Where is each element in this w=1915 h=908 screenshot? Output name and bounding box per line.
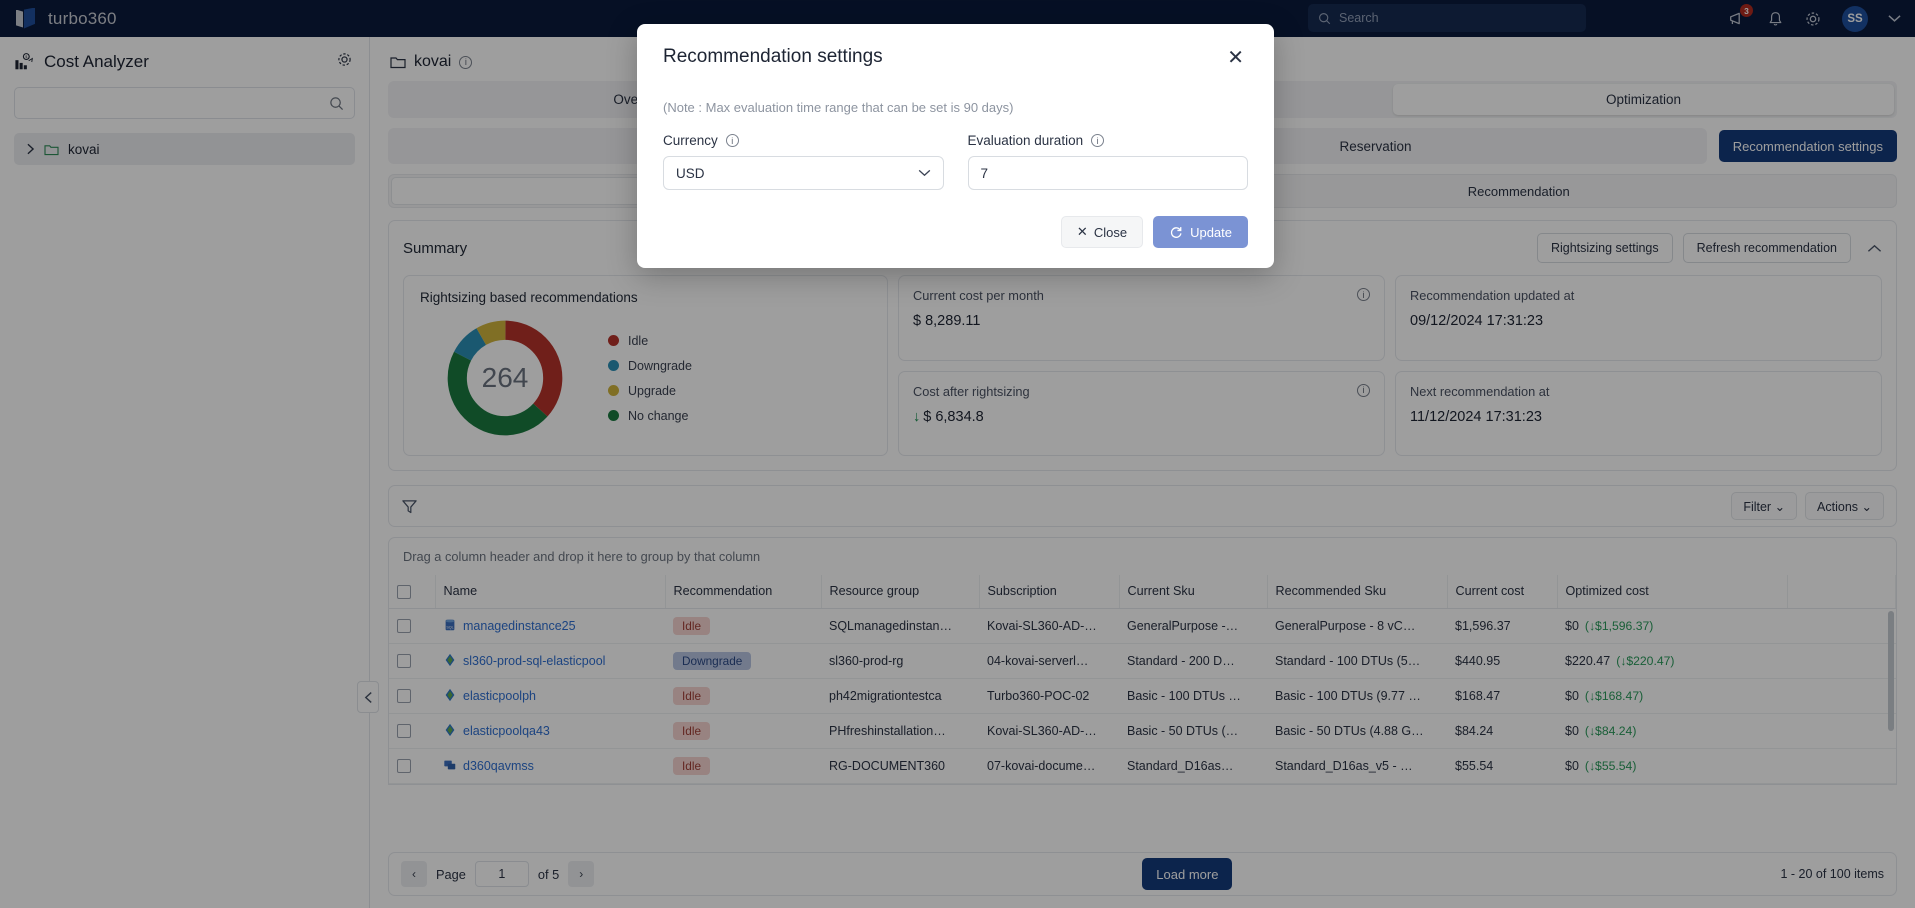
modal-fields: Currency i USD Evaluation duration i 7 xyxy=(663,133,1248,190)
duration-label-row: Evaluation duration i xyxy=(968,133,1249,148)
duration-value: 7 xyxy=(980,165,989,181)
update-button-label: Update xyxy=(1190,224,1232,240)
duration-field: Evaluation duration i 7 xyxy=(967,133,1249,190)
info-icon[interactable]: i xyxy=(1091,134,1105,147)
currency-select[interactable]: USD xyxy=(663,156,944,190)
duration-input[interactable]: 7 xyxy=(967,156,1248,190)
currency-value: USD xyxy=(676,165,705,181)
modal-title: Recommendation settings xyxy=(663,46,883,67)
currency-label-row: Currency i xyxy=(663,133,944,148)
modal-header: Recommendation settings ✕ xyxy=(663,46,1248,70)
close-icon[interactable]: ✕ xyxy=(1223,46,1248,70)
modal-actions: ✕ Close Update xyxy=(663,216,1248,248)
app-root: turbo360 Search 3 SS $ Cost Analyzer kov… xyxy=(0,0,1915,908)
refresh-icon xyxy=(1170,227,1182,238)
modal-note: (Note : Max evaluation time range that c… xyxy=(663,100,1014,115)
duration-label: Evaluation duration xyxy=(967,133,1084,148)
close-button-label: Close xyxy=(1093,224,1128,240)
currency-field: Currency i USD xyxy=(663,133,944,190)
modal-update-button[interactable]: Update xyxy=(1153,216,1248,248)
chevron-down-icon xyxy=(918,169,930,177)
currency-label: Currency xyxy=(663,133,718,148)
info-icon[interactable]: i xyxy=(725,134,739,147)
modal-close-button[interactable]: ✕ Close xyxy=(1060,216,1144,248)
x-mark-icon: ✕ xyxy=(1076,224,1088,239)
recommendation-settings-modal: Recommendation settings ✕ (Note : Max ev… xyxy=(637,24,1274,268)
